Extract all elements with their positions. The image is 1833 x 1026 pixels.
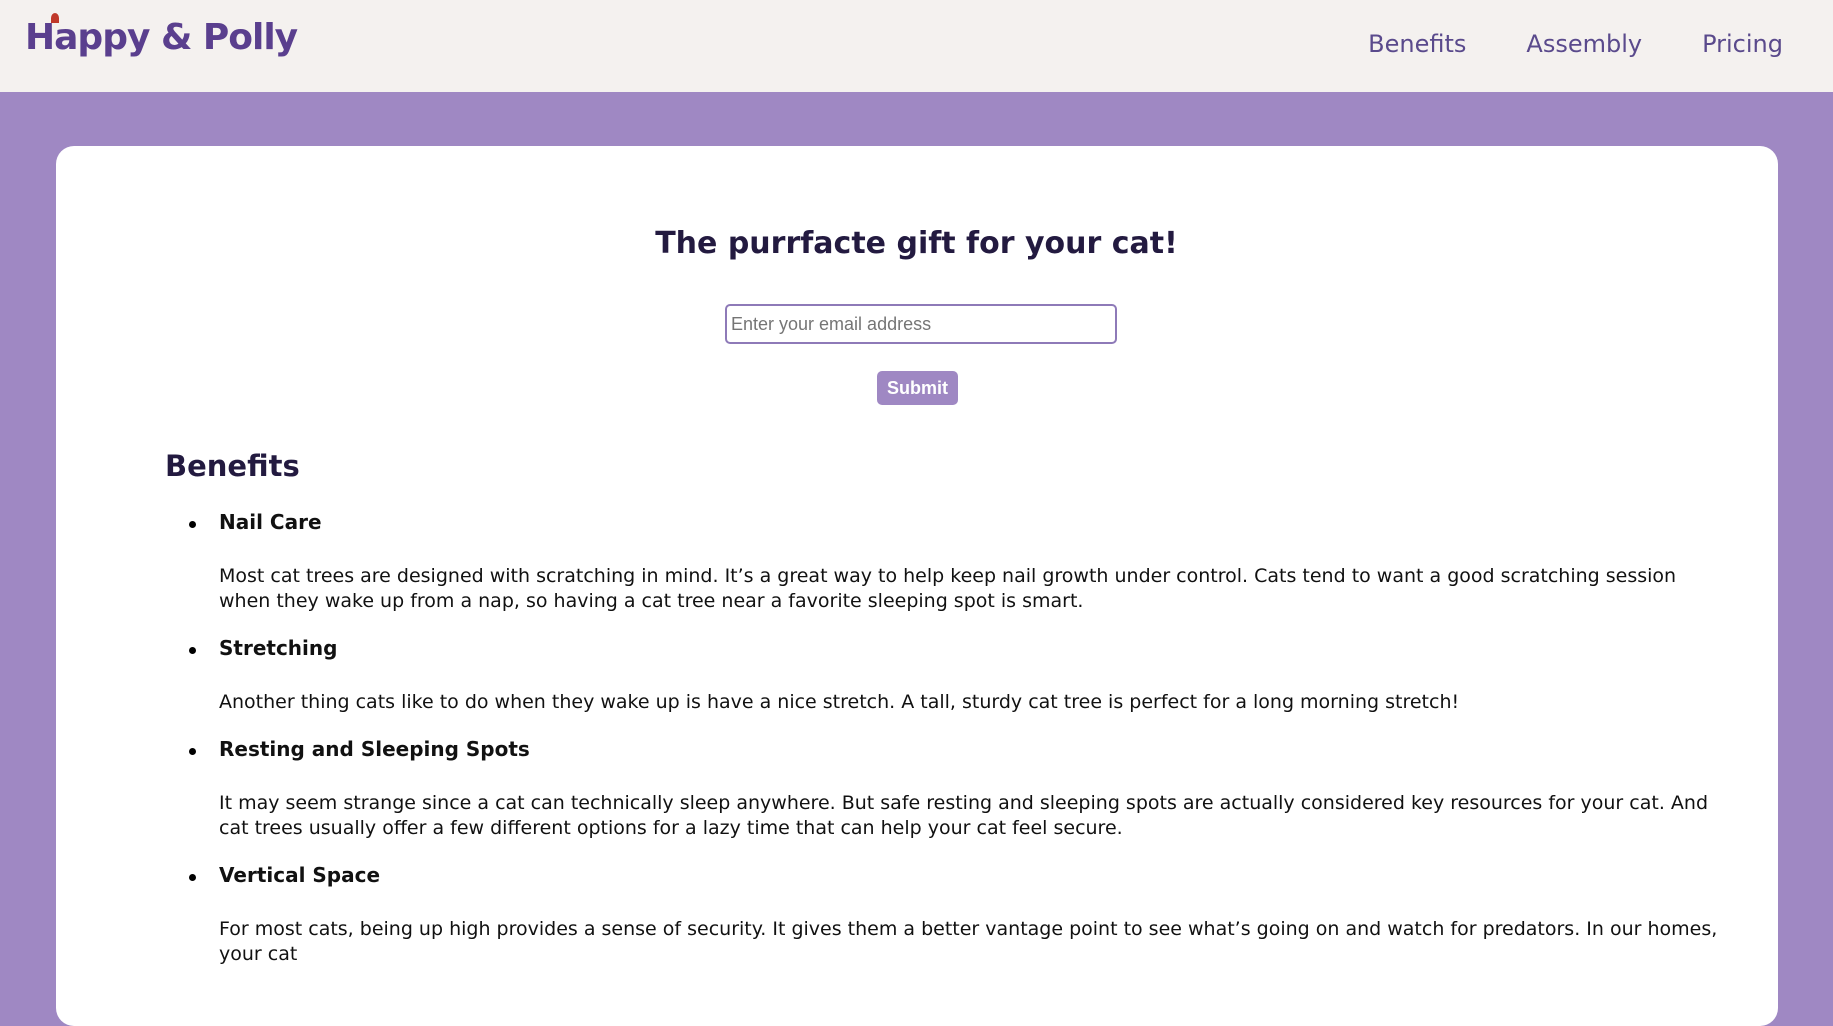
- benefit-text: Most cat trees are designed with scratch…: [219, 565, 1677, 612]
- brand-name: Happy & Polly: [25, 17, 298, 58]
- benefit-title: Vertical Space: [219, 863, 381, 887]
- list-item: Vertical Space For most cats, being up h…: [189, 863, 1719, 967]
- list-item: Stretching Another thing cats like to do…: [189, 636, 1719, 715]
- benefit-title: Stretching: [219, 636, 338, 660]
- benefits-list: Nail Care Most cat trees are designed wi…: [165, 510, 1719, 989]
- top-navbar: Happy & Polly Benefits Assembly Pricing: [0, 0, 1833, 92]
- benefit-text: For most cats, being up high provides a …: [219, 918, 1718, 965]
- hero-title: The purrfacte gift for your cat!: [655, 226, 1178, 261]
- benefit-title: Nail Care: [219, 510, 322, 534]
- bullet-icon: [189, 647, 196, 654]
- benefit-text: Another thing cats like to do when they …: [219, 691, 1460, 713]
- main-nav: Benefits Assembly Pricing: [1368, 30, 1783, 58]
- benefit-title: Resting and Sleeping Spots: [219, 737, 530, 761]
- brand-logo[interactable]: Happy & Polly: [25, 13, 298, 58]
- list-item: Nail Care Most cat trees are designed wi…: [189, 510, 1719, 614]
- nav-link-assembly[interactable]: Assembly: [1526, 30, 1642, 58]
- logo-hat-icon: [51, 13, 59, 23]
- submit-button[interactable]: Submit: [877, 371, 958, 405]
- email-input[interactable]: [725, 304, 1117, 344]
- nav-link-pricing[interactable]: Pricing: [1702, 30, 1783, 58]
- nav-link-benefits[interactable]: Benefits: [1368, 30, 1466, 58]
- benefit-text: It may seem strange since a cat can tech…: [219, 792, 1709, 839]
- benefits-heading: Benefits: [165, 449, 300, 483]
- bullet-icon: [189, 748, 196, 755]
- list-item: Resting and Sleeping Spots It may seem s…: [189, 737, 1719, 841]
- bullet-icon: [189, 874, 196, 881]
- bullet-icon: [189, 521, 196, 528]
